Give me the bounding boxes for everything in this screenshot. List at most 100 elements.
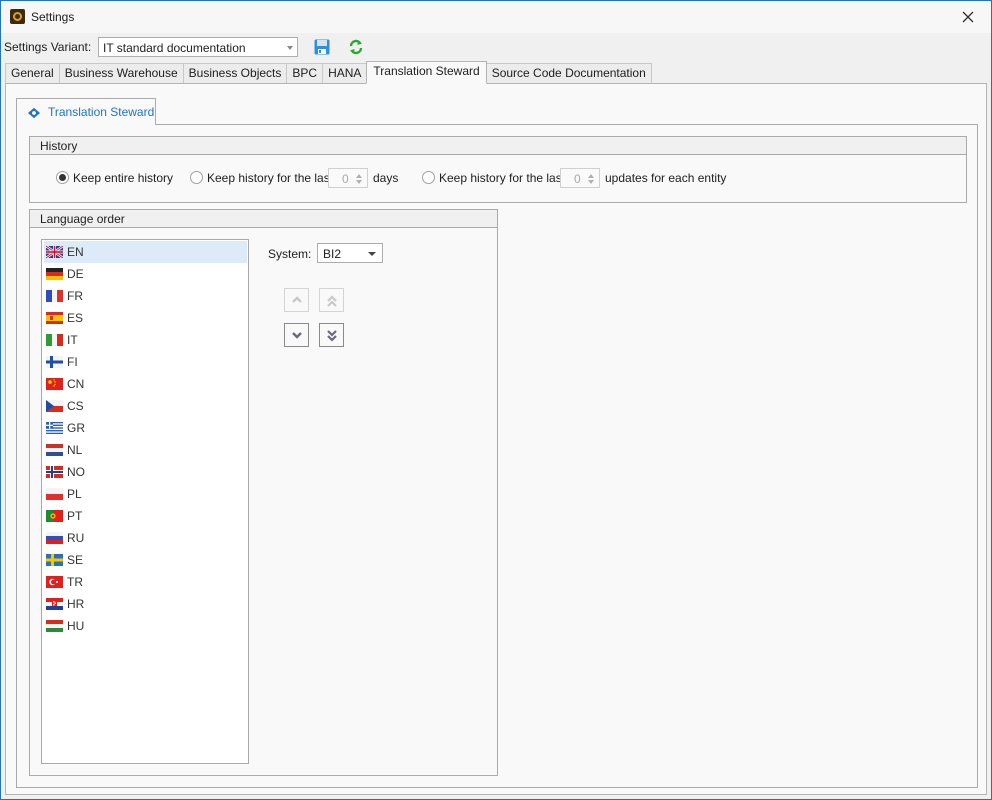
history-group: History Keep entire history Keep history… xyxy=(29,136,967,203)
flag-gr-icon xyxy=(46,422,63,434)
keep-history-updates-label[interactable]: Keep history for the last xyxy=(439,171,565,185)
language-item-en[interactable]: EN xyxy=(44,241,247,263)
language-item-es[interactable]: ES xyxy=(44,307,247,329)
history-days-value: 0 xyxy=(342,172,349,186)
language-item-cn[interactable]: CN xyxy=(44,373,247,395)
history-updates-spinner[interactable]: 0 xyxy=(560,168,600,188)
language-code: PT xyxy=(67,509,83,523)
language-code: CN xyxy=(67,377,85,391)
flag-pt-icon xyxy=(46,510,63,522)
app-logo-icon xyxy=(10,9,25,24)
language-code: NL xyxy=(67,443,83,457)
tab-general[interactable]: General xyxy=(5,63,59,84)
move-to-top-button[interactable] xyxy=(319,288,344,312)
language-code: GR xyxy=(67,421,85,435)
language-item-cs[interactable]: CS xyxy=(44,395,247,417)
language-item-pt[interactable]: PT xyxy=(44,505,247,527)
language-item-se[interactable]: SE xyxy=(44,549,247,571)
tab-business-warehouse[interactable]: Business Warehouse xyxy=(58,63,183,84)
move-up-button[interactable] xyxy=(284,288,309,312)
flag-es-icon xyxy=(46,312,63,324)
translation-steward-icon xyxy=(28,107,40,119)
updates-suffix-label: updates for each entity xyxy=(605,171,727,185)
settings-variant-label: Settings Variant: xyxy=(4,40,92,54)
language-item-no[interactable]: NO xyxy=(44,461,247,483)
language-code: IT xyxy=(67,333,78,347)
flag-hu-icon xyxy=(46,620,63,632)
language-item-fi[interactable]: FI xyxy=(44,351,247,373)
flag-cs-icon xyxy=(46,400,63,412)
language-code: HR xyxy=(67,597,85,611)
history-header: History xyxy=(30,137,966,155)
flag-tr-icon xyxy=(46,576,63,588)
flag-en-icon xyxy=(46,246,63,258)
subtab-translation-steward[interactable]: Translation Steward xyxy=(16,98,156,125)
system-value: BI2 xyxy=(323,247,342,261)
flag-nl-icon xyxy=(46,444,63,456)
settings-tabs: General Business Warehouse Business Obje… xyxy=(5,61,652,84)
language-code: FR xyxy=(67,289,83,303)
language-item-fr[interactable]: FR xyxy=(44,285,247,307)
history-updates-value: 0 xyxy=(574,172,581,186)
days-suffix-label: days xyxy=(373,171,399,185)
language-code: EN xyxy=(67,245,84,259)
move-to-bottom-button[interactable] xyxy=(319,323,344,347)
keep-entire-history-label[interactable]: Keep entire history xyxy=(73,171,173,185)
language-code: HU xyxy=(67,619,85,633)
language-code: ES xyxy=(67,311,84,325)
language-item-hr[interactable]: HR xyxy=(44,593,247,615)
tab-hana[interactable]: HANA xyxy=(322,63,367,84)
radio-keep-entire-history[interactable] xyxy=(56,171,69,184)
language-order-title: Language order xyxy=(40,212,125,226)
move-down-button[interactable] xyxy=(284,323,309,347)
flag-fi-icon xyxy=(46,356,63,368)
language-item-de[interactable]: DE xyxy=(44,263,247,285)
settings-variant-value: IT standard documentation xyxy=(103,41,246,55)
flag-no-icon xyxy=(46,466,63,478)
spin-down-icon[interactable] xyxy=(356,180,362,184)
save-button[interactable] xyxy=(314,39,330,55)
system-dropdown[interactable]: BI2 xyxy=(317,243,383,263)
double-chevron-down-icon xyxy=(327,330,337,342)
language-item-hu[interactable]: HU xyxy=(44,615,247,637)
close-icon xyxy=(962,11,974,23)
radio-keep-history-days[interactable] xyxy=(190,171,203,184)
title-bar: Settings xyxy=(1,1,991,33)
settings-variant-dropdown[interactable]: IT standard documentation xyxy=(98,37,298,57)
flag-se-icon xyxy=(46,554,63,566)
language-item-nl[interactable]: NL xyxy=(44,439,247,461)
flag-de-icon xyxy=(46,268,63,280)
settings-variant-bar: Settings Variant: IT standard documentat… xyxy=(1,33,991,61)
language-code: RU xyxy=(67,531,85,545)
spin-down-icon[interactable] xyxy=(588,180,594,184)
radio-keep-history-updates[interactable] xyxy=(422,171,435,184)
language-code: NO xyxy=(67,465,85,479)
system-label: System: xyxy=(268,247,312,261)
language-item-gr[interactable]: GR xyxy=(44,417,247,439)
language-item-pl[interactable]: PL xyxy=(44,483,247,505)
flag-pl-icon xyxy=(46,488,63,500)
tab-bpc[interactable]: BPC xyxy=(286,63,323,84)
language-item-it[interactable]: IT xyxy=(44,329,247,351)
language-code: TR xyxy=(67,575,83,589)
tab-translation-steward[interactable]: Translation Steward xyxy=(366,61,487,84)
keep-history-days-label[interactable]: Keep history for the last xyxy=(207,171,333,185)
spin-up-icon[interactable] xyxy=(588,174,594,178)
close-button[interactable] xyxy=(955,7,981,27)
language-item-tr[interactable]: TR xyxy=(44,571,247,593)
spin-up-icon[interactable] xyxy=(356,174,362,178)
subtab-label: Translation Steward xyxy=(48,105,155,119)
language-code: SE xyxy=(67,553,84,567)
history-title: History xyxy=(40,139,78,153)
tab-source-code-documentation[interactable]: Source Code Documentation xyxy=(486,63,652,84)
language-order-group: Language order EN DE FR ES IT FI CN CS GR NL NO PL P… xyxy=(29,209,498,776)
chevron-down-icon xyxy=(292,332,302,339)
language-code: DE xyxy=(67,267,84,281)
tab-business-objects[interactable]: Business Objects xyxy=(182,63,287,84)
language-item-ru[interactable]: RU xyxy=(44,527,247,549)
flag-cn-icon xyxy=(46,378,63,390)
history-days-spinner[interactable]: 0 xyxy=(328,168,368,188)
language-list[interactable]: EN DE FR ES IT FI CN CS GR NL NO PL PT RU SE TR HR HU xyxy=(41,239,249,764)
refresh-icon xyxy=(349,39,363,55)
refresh-button[interactable] xyxy=(348,39,364,55)
